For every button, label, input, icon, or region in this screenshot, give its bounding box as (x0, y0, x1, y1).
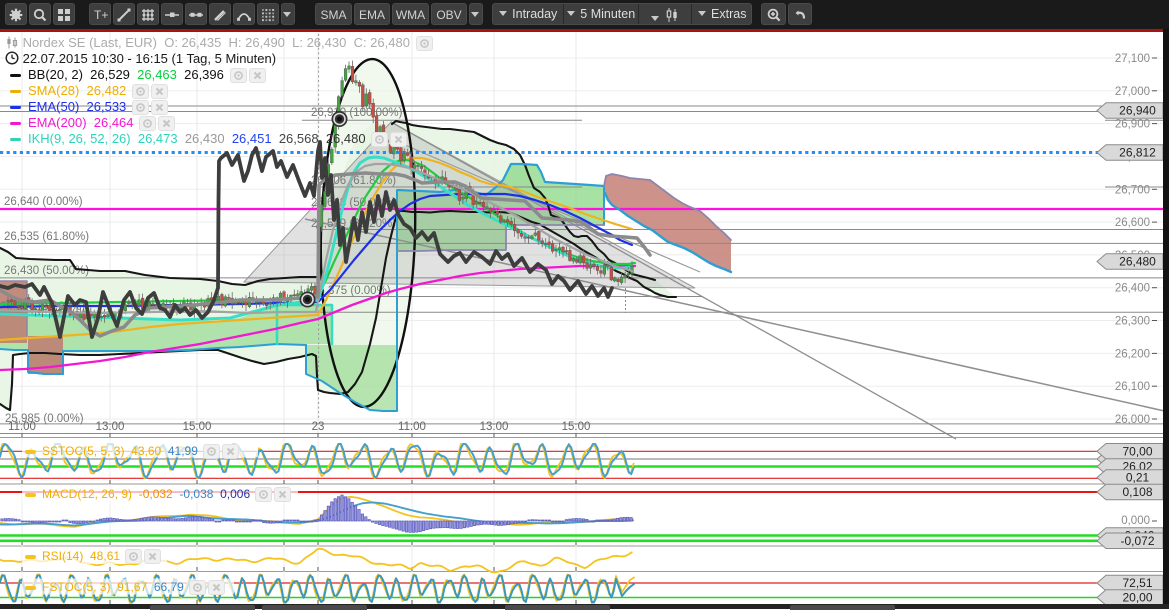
svg-text:26,000: 26,000 (1115, 414, 1150, 426)
svg-text:13:00: 13:00 (480, 421, 509, 433)
svg-text:26,812: 26,812 (1119, 146, 1156, 160)
svg-text:26,640 (0.00%): 26,640 (0.00%) (4, 196, 83, 208)
svg-text:26,400: 26,400 (1115, 283, 1150, 295)
svg-text:26,535 (61.80%): 26,535 (61.80%) (4, 231, 89, 243)
svg-text:26,900: 26,900 (1115, 119, 1150, 131)
svg-text:13:00: 13:00 (96, 421, 125, 433)
svg-text:15:00: 15:00 (183, 421, 212, 433)
svg-text:20,00: 20,00 (1122, 591, 1152, 605)
svg-text:T+: T+ (94, 8, 108, 22)
svg-text:26,940: 26,940 (1119, 104, 1156, 118)
svg-text:72,51: 72,51 (1122, 576, 1152, 590)
svg-text:26,600: 26,600 (1115, 217, 1150, 229)
svg-text:26,700: 26,700 (1115, 184, 1150, 196)
svg-text:0,108: 0,108 (1122, 485, 1152, 499)
svg-text:0,21: 0,21 (1126, 471, 1150, 485)
svg-text:26,200: 26,200 (1115, 348, 1150, 360)
svg-text:26,430 (50.00%): 26,430 (50.00%) (4, 265, 89, 277)
svg-text:0,000: 0,000 (1121, 515, 1150, 527)
svg-text:26,480: 26,480 (1119, 255, 1156, 269)
svg-text:27,000: 27,000 (1115, 86, 1150, 98)
svg-text:26,300: 26,300 (1115, 316, 1150, 328)
svg-text:23: 23 (312, 421, 325, 433)
svg-text:-0,072: -0,072 (1120, 534, 1154, 548)
svg-text:70,00: 70,00 (1122, 444, 1152, 458)
svg-text:11:00: 11:00 (398, 421, 426, 433)
svg-text:11:00: 11:00 (8, 421, 36, 433)
svg-text:15:00: 15:00 (562, 421, 591, 433)
svg-text:26,100: 26,100 (1115, 381, 1150, 393)
svg-text:27,100: 27,100 (1115, 53, 1150, 65)
svg-text:26,910 (100.00%): 26,910 (100.00%) (311, 107, 403, 119)
